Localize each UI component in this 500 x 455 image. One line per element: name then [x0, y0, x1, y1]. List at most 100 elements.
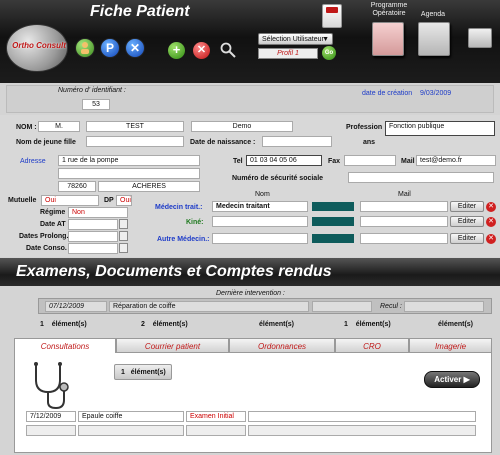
recul-label: Recul :: [380, 303, 402, 310]
count-imagerie: élément(s): [438, 321, 474, 328]
activer-button[interactable]: Activer ▶: [424, 371, 480, 388]
ville-field[interactable]: ACHERES: [98, 181, 200, 192]
consult-row-extra[interactable]: [248, 411, 476, 422]
people-icon[interactable]: [75, 38, 95, 58]
consult-empty-date[interactable]: [26, 425, 76, 436]
calendar-alert-icon[interactable]: [322, 4, 342, 28]
prolong-stepper[interactable]: [119, 231, 128, 241]
profession-label: Profession: [346, 124, 383, 131]
go-button[interactable]: Go: [322, 46, 336, 60]
id-label: Numéro d' identifiant :: [58, 87, 126, 94]
fax-field[interactable]: [344, 155, 396, 166]
tab-cro[interactable]: CRO: [335, 338, 409, 353]
count-cro: 1 élément(s): [344, 321, 391, 328]
exams-section-title: Examens, Documents et Comptes rendus: [16, 263, 332, 280]
remove-kine-icon[interactable]: ✕: [486, 217, 496, 227]
tab-consultations[interactable]: Consultations: [14, 338, 116, 353]
count-ordonnances: élément(s): [259, 321, 295, 328]
tab-courrier-patient[interactable]: Courrier patient: [116, 338, 229, 353]
autre-medecin-field[interactable]: [212, 233, 308, 244]
adresse-field[interactable]: 1 rue de la pompe: [58, 155, 200, 166]
delete-icon[interactable]: ✕: [193, 42, 210, 59]
ans-label: ans: [363, 139, 376, 146]
remove-autre-icon[interactable]: ✕: [486, 234, 496, 244]
edit-autre-button[interactable]: Editer: [450, 233, 484, 244]
tab-imagerie[interactable]: Imagerie: [409, 338, 492, 353]
fax-label: Fax: [328, 158, 341, 165]
user-select[interactable]: Sélection Utilisateur ▼: [258, 33, 333, 45]
autre-medecin-label: Autre Médecin.:: [157, 236, 210, 243]
tools-icon[interactable]: ✕: [125, 38, 145, 58]
creation-date-value: 9/03/2009: [420, 90, 452, 97]
civilite-field[interactable]: M.: [38, 121, 80, 132]
dp-field[interactable]: Oui: [116, 195, 132, 206]
medecin-traitant-label: Médecin trait.:: [155, 204, 203, 211]
id-field[interactable]: 53: [82, 99, 110, 110]
chevron-down-icon: ▼: [322, 36, 329, 43]
agenda-button[interactable]: [418, 22, 450, 56]
tab-ordonnances[interactable]: Ordonnances: [229, 338, 335, 353]
edit-traitant-button[interactable]: Editer: [450, 201, 484, 212]
regime-label: Régime: [40, 209, 66, 216]
jeune-fille-field[interactable]: [86, 136, 184, 147]
tab-content: [14, 353, 492, 453]
programme-label: Programme Opératoire: [370, 2, 408, 17]
printer-icon[interactable]: [468, 28, 492, 48]
search-icon[interactable]: [220, 42, 236, 58]
profession-field[interactable]: Fonction publique: [385, 121, 495, 136]
recul-field: [404, 301, 484, 312]
nom-field[interactable]: TEST: [86, 121, 184, 132]
prolong-field[interactable]: [68, 231, 118, 242]
mail-field[interactable]: test@demo.fr: [416, 155, 496, 166]
calendar-icon[interactable]: [119, 219, 128, 229]
tel-label: Tel: [233, 158, 243, 165]
add-icon[interactable]: +: [168, 42, 185, 59]
medecin-traitant-teal: [312, 202, 354, 211]
date-at-field[interactable]: [68, 219, 118, 230]
medecin-traitant-field[interactable]: Medecin traitant: [212, 201, 308, 212]
p-icon[interactable]: P: [100, 38, 120, 58]
count-consultations: 1 élément(s): [40, 321, 87, 328]
naissance-field[interactable]: [262, 136, 332, 147]
mutuelle-label: Mutuelle: [8, 197, 37, 204]
programme-button[interactable]: [372, 22, 404, 56]
mutuelle-field[interactable]: Oui: [41, 195, 99, 206]
derniere-date-field: 07/12/2009: [45, 301, 107, 312]
creation-date-label: date de création: [362, 90, 413, 97]
remove-traitant-icon[interactable]: ✕: [486, 202, 496, 212]
consult-row-motif[interactable]: Epaule coiffe: [78, 411, 184, 422]
kine-field[interactable]: [212, 216, 308, 227]
autre-medecin-mail[interactable]: [360, 233, 448, 244]
kine-teal: [312, 217, 354, 226]
header-title: Fiche Patient: [90, 3, 190, 20]
secu-label: Numéro de sécurité sociale: [232, 175, 324, 182]
list-count-value: 1: [121, 369, 125, 376]
consult-empty-motif[interactable]: [78, 425, 184, 436]
agenda-label: Agenda: [420, 11, 446, 18]
naissance-label: Date de naissance :: [190, 139, 256, 146]
adresse2-field[interactable]: [58, 168, 200, 179]
derniere-intervention-label: Dernière intervention :: [216, 290, 285, 297]
consult-row-type[interactable]: Examen Initial: [186, 411, 246, 422]
secu-field[interactable]: [348, 172, 494, 183]
edit-kine-button[interactable]: Editer: [450, 216, 484, 227]
consult-empty-type[interactable]: [186, 425, 246, 436]
kine-mail[interactable]: [360, 216, 448, 227]
logo-text: Ortho Consult: [12, 41, 66, 50]
chevron-right-icon: ▶: [463, 375, 470, 384]
ortho-consult-logo: Ortho Consult: [6, 24, 68, 72]
user-select-value: Sélection Utilisateur: [262, 36, 324, 43]
prenom-field[interactable]: Demo: [191, 121, 293, 132]
medecin-traitant-mail[interactable]: [360, 201, 448, 212]
list-count-box: 1 élément(s): [114, 364, 172, 380]
conso-calendar-icon[interactable]: [119, 243, 128, 253]
stethoscope-icon: [26, 360, 72, 410]
conso-field[interactable]: [68, 243, 118, 254]
derniere-texte-field: Réparation de coiffe: [109, 301, 309, 312]
tel-field[interactable]: 01 03 04 05 06: [246, 155, 322, 166]
consult-row-date[interactable]: 7/12/2009: [26, 411, 76, 422]
consult-empty-extra[interactable]: [248, 425, 476, 436]
profile-field: Profil 1: [258, 48, 318, 59]
regime-field[interactable]: Non: [68, 207, 128, 218]
cp-field[interactable]: 78260: [58, 181, 96, 192]
